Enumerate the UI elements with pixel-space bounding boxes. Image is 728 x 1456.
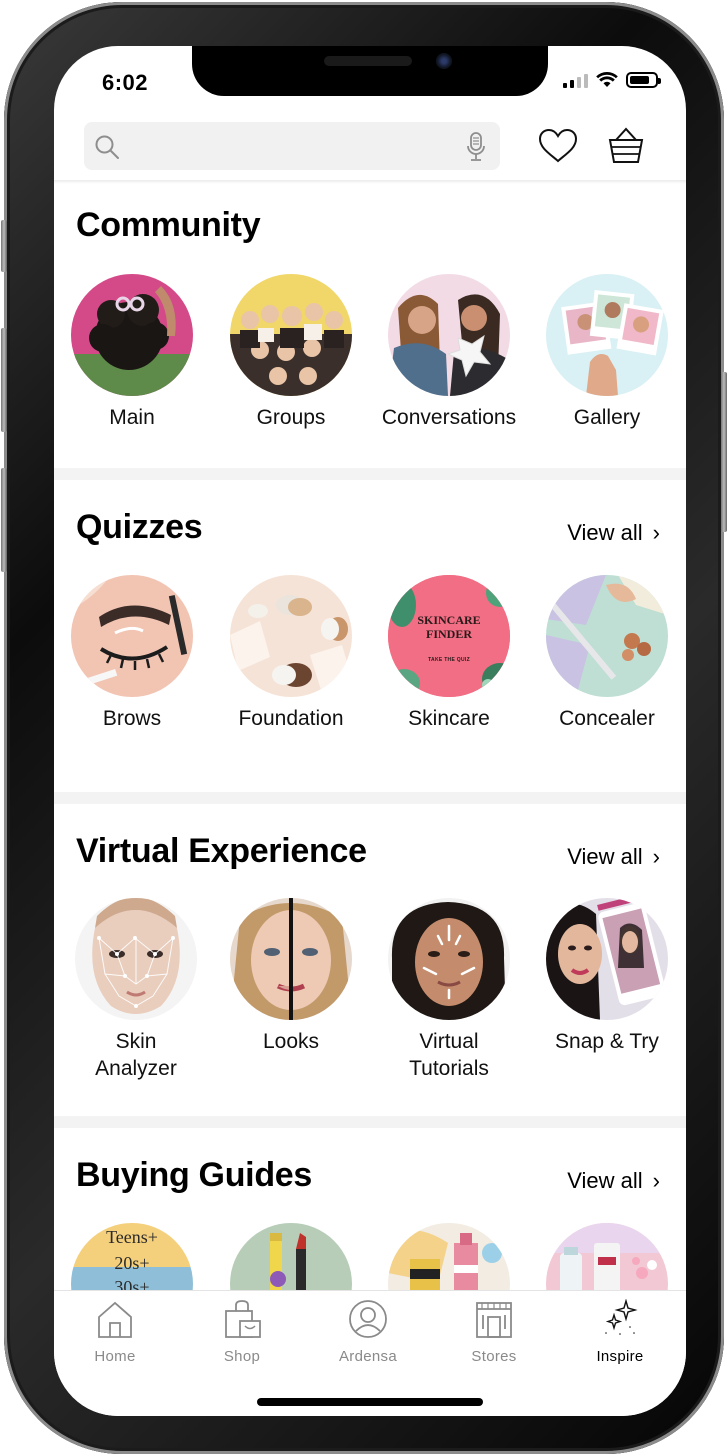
view-all-label: View all: [567, 844, 643, 869]
quiz-item-label: Skincare: [408, 707, 490, 730]
volume-up-button: [1, 220, 7, 272]
community-item-gallery[interactable]: Gallery: [527, 274, 686, 431]
virtual-item-label: Snap & Try: [555, 1030, 659, 1053]
search-bar[interactable]: [84, 122, 500, 170]
cellular-signal-icon: [563, 72, 588, 88]
search-input[interactable]: [130, 128, 450, 164]
home-icon: [98, 1301, 132, 1338]
status-icons: [563, 72, 661, 88]
buying-view-all-link[interactable]: View all ›: [567, 1168, 660, 1194]
community-gallery-image: [546, 274, 668, 396]
community-item-label: Gallery: [573, 406, 641, 429]
search-icon: [95, 135, 119, 159]
virtual-item-snap-and-try[interactable]: Snap & Try: [527, 898, 686, 1055]
age-line-teens: Teens+: [106, 1227, 158, 1247]
community-item-label: Groups: [256, 406, 326, 429]
quiz-foundation-image: [230, 575, 352, 697]
microphone-icon[interactable]: [466, 132, 486, 162]
battery-icon: [626, 72, 661, 88]
volume-down-button: [1, 468, 7, 572]
virtual-item-label: Skin Analyzer: [95, 1030, 177, 1080]
community-item-label: Conversations: [381, 406, 517, 429]
volume-up-button-2: [1, 328, 7, 432]
tab-label: Home: [94, 1348, 136, 1365]
tab-inspire[interactable]: Inspire: [565, 1298, 675, 1365]
tab-label: Shop: [223, 1348, 261, 1365]
profile-icon: [349, 1300, 387, 1338]
sparkle-icon: [605, 1298, 638, 1335]
phone-frame: 6:02 Community Main Groups Conversations…: [1, 2, 727, 1454]
community-item-label: Main: [109, 406, 155, 429]
virtual-item-virtual-tutorials[interactable]: Virtual Tutorials: [369, 898, 529, 1082]
tab-shop[interactable]: Shop: [187, 1299, 297, 1365]
quizzes-row: Brows Foundation SKINCARE FINDER TAKE TH…: [54, 575, 686, 745]
tab-label: Stores: [471, 1348, 517, 1365]
section-title-buying-guides: Buying Guides: [76, 1156, 313, 1194]
section-title-quizzes: Quizzes: [76, 508, 203, 546]
wifi-icon: [596, 72, 618, 87]
view-all-label: View all: [567, 520, 643, 545]
front-camera: [436, 53, 452, 69]
view-all-label: View all: [567, 1168, 643, 1193]
quiz-item-foundation[interactable]: Foundation: [211, 575, 371, 732]
virtual-experience-section: Virtual Experience View all › Skin Analy…: [54, 804, 686, 1114]
community-item-conversations[interactable]: Conversations: [369, 274, 529, 431]
quiz-skincare-image: SKINCARE FINDER TAKE THE QUIZ: [388, 575, 510, 697]
quiz-item-concealer[interactable]: Concealer: [527, 575, 686, 732]
store-icon: [476, 1302, 512, 1338]
quiz-item-brows[interactable]: Brows: [54, 575, 212, 732]
quiz-brows-image: [71, 575, 193, 697]
section-divider: [54, 468, 686, 480]
virtual-item-looks[interactable]: Looks: [211, 898, 371, 1055]
community-conversations-image: [388, 274, 510, 396]
community-section: Community Main Groups Conversations Gall…: [54, 184, 686, 466]
quiz-concealer-image: [546, 575, 668, 697]
section-divider: [54, 1116, 686, 1128]
speaker-grille: [324, 56, 412, 66]
virtual-view-all-link[interactable]: View all ›: [567, 844, 660, 870]
section-divider: [54, 792, 686, 804]
quiz-item-label: Brows: [102, 707, 162, 730]
community-item-groups[interactable]: Groups: [211, 274, 371, 431]
status-time: 6:02: [102, 70, 149, 95]
screen: 6:02 Community Main Groups Conversations…: [54, 46, 686, 1416]
tab-label: Inspire: [596, 1348, 644, 1365]
virtual-skin-analyzer-image: [75, 898, 197, 1020]
home-indicator: [257, 1398, 483, 1406]
quiz-item-skincare[interactable]: SKINCARE FINDER TAKE THE QUIZ Skincare: [369, 575, 529, 732]
age-line-20s: 20s+: [114, 1253, 150, 1273]
power-button: [721, 372, 727, 532]
take-the-quiz-text: TAKE THE QUIZ: [428, 657, 470, 663]
community-groups-image: [230, 274, 352, 396]
tab-stores[interactable]: Stores: [439, 1299, 549, 1365]
chevron-right-icon: ›: [652, 844, 660, 869]
virtual-tutorials-image: [388, 898, 510, 1020]
virtual-item-label: Looks: [262, 1030, 320, 1053]
quizzes-section: Quizzes View all › Brows Foundation SKIN…: [54, 480, 686, 790]
tab-ardensa[interactable]: Ardensa: [313, 1299, 423, 1365]
skincare-finder-text: SKINCARE FINDER: [417, 613, 481, 641]
virtual-snap-try-image: [546, 898, 668, 1020]
community-item-main[interactable]: Main: [54, 274, 212, 431]
shopping-bag-icon: [225, 1300, 261, 1338]
section-title-virtual-experience: Virtual Experience: [76, 832, 367, 870]
quiz-item-label: Concealer: [559, 707, 655, 730]
virtual-row: Skin Analyzer Looks Virtual Tutorials Sn…: [54, 898, 686, 1080]
quiz-item-label: Foundation: [238, 707, 344, 730]
chevron-right-icon: ›: [652, 1168, 660, 1193]
quizzes-view-all-link[interactable]: View all ›: [567, 520, 660, 546]
notch: [192, 46, 548, 96]
tab-home[interactable]: Home: [60, 1299, 170, 1365]
virtual-item-skin-analyzer[interactable]: Skin Analyzer: [56, 898, 216, 1082]
virtual-looks-image: [230, 898, 352, 1020]
community-main-image: [71, 274, 193, 396]
tab-label: Ardensa: [339, 1348, 397, 1365]
favorites-heart-icon[interactable]: [538, 128, 578, 164]
section-title-community: Community: [76, 206, 261, 244]
community-row: Main Groups Conversations Gallery: [54, 274, 686, 444]
basket-icon[interactable]: [608, 126, 644, 164]
chevron-right-icon: ›: [652, 520, 660, 545]
virtual-item-label: Virtual Tutorials: [409, 1030, 489, 1080]
